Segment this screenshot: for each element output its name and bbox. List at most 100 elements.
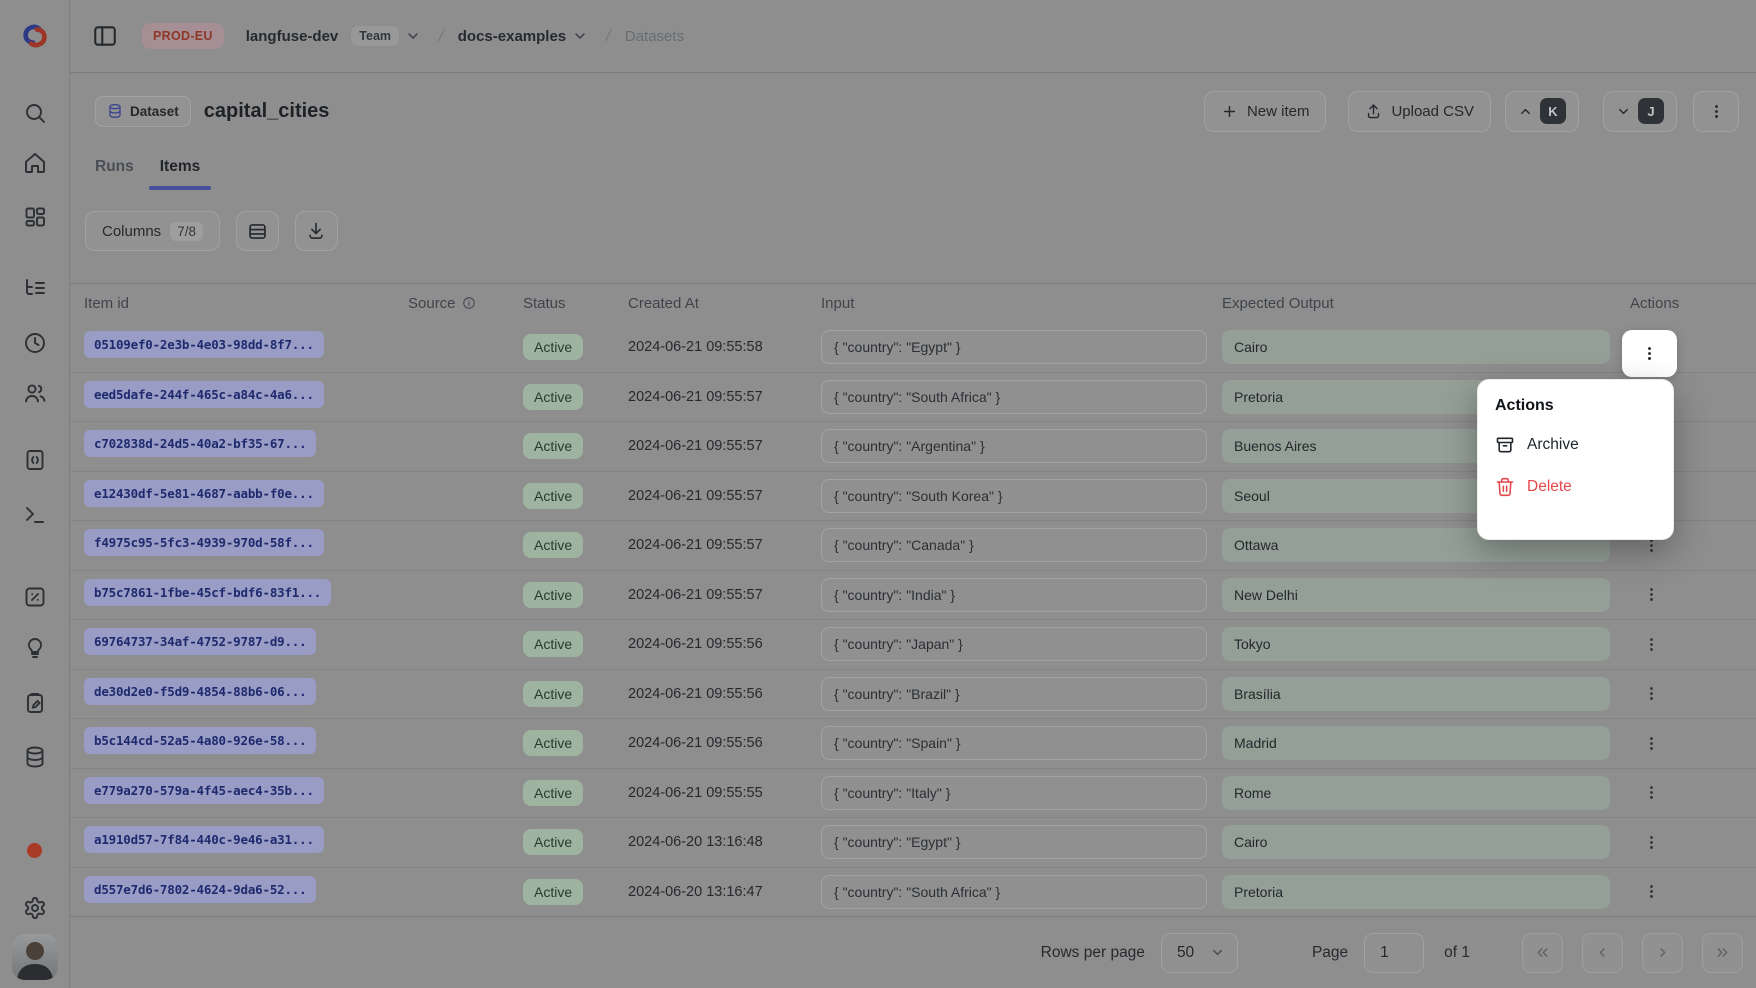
page-number-input[interactable] bbox=[1364, 933, 1424, 973]
next-page-button[interactable] bbox=[1642, 933, 1683, 973]
created-at-cell: 2024-06-21 09:55:57 bbox=[628, 389, 821, 405]
row-actions-button[interactable] bbox=[1634, 627, 1668, 661]
app-root: PROD-EU langfuse-dev Team / docs-example… bbox=[0, 0, 1756, 988]
item-id-badge[interactable]: f4975c95-5fc3-4939-970d-58f... bbox=[84, 529, 324, 556]
breadcrumb-section: Datasets bbox=[625, 28, 684, 45]
next-item-button[interactable]: J bbox=[1603, 91, 1677, 132]
row-actions-button[interactable] bbox=[1634, 776, 1668, 810]
home-icon[interactable] bbox=[23, 151, 47, 175]
tab-items[interactable]: Items bbox=[160, 152, 201, 190]
chevrons-left-icon bbox=[1534, 944, 1551, 961]
item-id-badge[interactable]: d557e7d6-7802-4624-9da6-52... bbox=[84, 876, 316, 903]
header-more-actions-button[interactable] bbox=[1693, 91, 1739, 132]
table-row[interactable]: b75c7861-1fbe-45cf-bdf6-83f1...Active202… bbox=[70, 570, 1756, 620]
page-header: Dataset capital_cities New item Upload C… bbox=[95, 90, 1739, 132]
tab-runs[interactable]: Runs bbox=[95, 152, 134, 190]
item-id-badge[interactable]: e12430df-5e81-4687-aabb-f0e... bbox=[84, 480, 324, 507]
item-id-badge[interactable]: 69764737-34af-4752-9787-d9... bbox=[84, 628, 316, 655]
users-icon[interactable] bbox=[23, 381, 47, 405]
table-row[interactable]: 69764737-34af-4752-9787-d9... Active 2024-… bbox=[70, 619, 1756, 669]
col-header-expected-output[interactable]: Expected Output bbox=[1222, 295, 1630, 312]
dataset-badge: Dataset bbox=[95, 96, 191, 127]
table-row[interactable]: d557e7d6-7802-4624-9da6-52...Active2024-… bbox=[70, 867, 1756, 917]
menu-item-delete[interactable]: Delete bbox=[1495, 466, 1656, 508]
table-row[interactable]: a1910d57-7f84-440c-9e46-a31...Active2024… bbox=[70, 817, 1756, 867]
row-actions-button[interactable] bbox=[1634, 726, 1668, 760]
item-id-badge[interactable]: b75c7861-1fbe-45cf-bdf6-83f1... bbox=[84, 579, 331, 606]
table-row[interactable]: 05109ef0-2e3b-4e03-98dd-8f7...Active2024… bbox=[70, 322, 1756, 372]
rows-per-page-select[interactable]: 50 bbox=[1161, 933, 1238, 973]
item-id-badge[interactable]: c702838d-24d5-40a2-bf35-67... bbox=[84, 430, 316, 457]
status-dot[interactable] bbox=[27, 843, 42, 858]
datasets-database-icon[interactable] bbox=[23, 745, 47, 769]
status-badge: Active bbox=[523, 384, 583, 410]
item-id-badge[interactable]: a1910d57-7f84-440c-9e46-a31... bbox=[84, 826, 324, 853]
created-at-cell: 2024-06-21 09:55:58 bbox=[628, 339, 821, 355]
item-id-badge[interactable]: e779a270-579a-4f45-aec4-35b... bbox=[84, 777, 324, 804]
col-header-created-at[interactable]: Created At bbox=[628, 295, 821, 312]
last-page-button[interactable] bbox=[1702, 933, 1743, 973]
chevron-down-icon bbox=[1616, 104, 1631, 119]
col-header-input[interactable]: Input bbox=[821, 295, 1222, 312]
item-id-badge[interactable]: b5c144cd-52a5-4a80-926e-58... bbox=[84, 727, 316, 754]
page-count-label: of 1 bbox=[1444, 944, 1470, 962]
table-row[interactable]: b5c144cd-52a5-4a80-926e-58...Active2024-… bbox=[70, 718, 1756, 768]
created-at-cell: 2024-06-21 09:55:56 bbox=[628, 636, 821, 652]
created-at-cell: 2024-06-21 09:55:57 bbox=[628, 488, 821, 504]
upload-csv-button[interactable]: Upload CSV bbox=[1348, 91, 1491, 132]
col-header-status[interactable]: Status bbox=[523, 295, 628, 312]
columns-button[interactable]: Columns 7/8 bbox=[85, 211, 220, 251]
row-actions-button[interactable] bbox=[1634, 578, 1668, 612]
row-actions-button[interactable] bbox=[1634, 875, 1668, 909]
input-cell: { "country": "Italy" } bbox=[821, 776, 1207, 810]
page-label: Page bbox=[1312, 944, 1348, 962]
first-page-button[interactable] bbox=[1522, 933, 1563, 973]
info-icon bbox=[462, 296, 476, 310]
expected-output-cell: Rome bbox=[1222, 776, 1610, 810]
item-id-badge[interactable]: de30d2e0-f5d9-4854-88b6-06... bbox=[84, 678, 316, 705]
lightbulb-icon[interactable] bbox=[23, 636, 47, 660]
sidebar-toggle-icon[interactable] bbox=[92, 23, 118, 49]
langfuse-logo-icon[interactable] bbox=[20, 21, 50, 51]
row-actions-button[interactable] bbox=[1634, 825, 1668, 859]
table-row[interactable]: de30d2e0-f5d9-4854-88b6-06...Active2024-… bbox=[70, 669, 1756, 719]
row-actions-button-active[interactable] bbox=[1622, 330, 1677, 377]
user-avatar[interactable] bbox=[12, 934, 58, 980]
prompts-file-icon[interactable] bbox=[23, 448, 47, 472]
dashboards-icon[interactable] bbox=[23, 205, 47, 229]
trash-icon bbox=[1495, 477, 1515, 497]
tracing-tree-icon[interactable] bbox=[23, 276, 47, 300]
item-id-badge[interactable]: eed5dafe-244f-465c-a84c-4a6... bbox=[84, 381, 324, 408]
breadcrumb-separator: / bbox=[604, 26, 613, 46]
sessions-clock-icon[interactable] bbox=[23, 331, 47, 355]
settings-gear-icon[interactable] bbox=[23, 896, 47, 920]
col-header-source[interactable]: Source bbox=[408, 295, 523, 312]
input-cell: { "country": "India" } bbox=[821, 578, 1207, 612]
rows-per-page-label: Rows per page bbox=[1041, 944, 1145, 962]
search-icon[interactable] bbox=[23, 101, 47, 125]
playground-terminal-icon[interactable] bbox=[23, 503, 47, 527]
org-chevron-down-icon[interactable] bbox=[405, 28, 421, 44]
org-name[interactable]: langfuse-dev bbox=[246, 28, 339, 45]
prev-page-button[interactable] bbox=[1582, 933, 1623, 973]
row-actions-button[interactable] bbox=[1634, 677, 1668, 711]
menu-item-archive[interactable]: Archive bbox=[1495, 424, 1656, 466]
status-badge: Active bbox=[523, 483, 583, 509]
item-id-badge[interactable]: 05109ef0-2e3b-4e03-98dd-8f7... bbox=[84, 331, 324, 358]
row-height-button[interactable] bbox=[236, 211, 279, 251]
col-header-item-id[interactable]: Item id bbox=[84, 295, 408, 312]
prev-item-button[interactable]: K bbox=[1505, 91, 1579, 132]
breadcrumb-separator: / bbox=[437, 26, 446, 46]
created-at-cell: 2024-06-20 13:16:48 bbox=[628, 834, 821, 850]
export-button[interactable] bbox=[295, 211, 338, 251]
annotation-clipboard-icon[interactable] bbox=[23, 691, 47, 715]
project-chevron-down-icon[interactable] bbox=[572, 28, 588, 44]
archive-icon bbox=[1495, 435, 1515, 455]
table-row[interactable]: e779a270-579a-4f45-aec4-35b...Active2024… bbox=[70, 768, 1756, 818]
tabs: Runs Items bbox=[95, 152, 200, 190]
project-name[interactable]: docs-examples bbox=[458, 28, 566, 45]
new-item-button[interactable]: New item bbox=[1204, 91, 1327, 132]
evaluators-percent-icon[interactable] bbox=[23, 585, 47, 609]
status-badge: Active bbox=[523, 631, 583, 657]
topbar: PROD-EU langfuse-dev Team / docs-example… bbox=[70, 0, 1756, 73]
